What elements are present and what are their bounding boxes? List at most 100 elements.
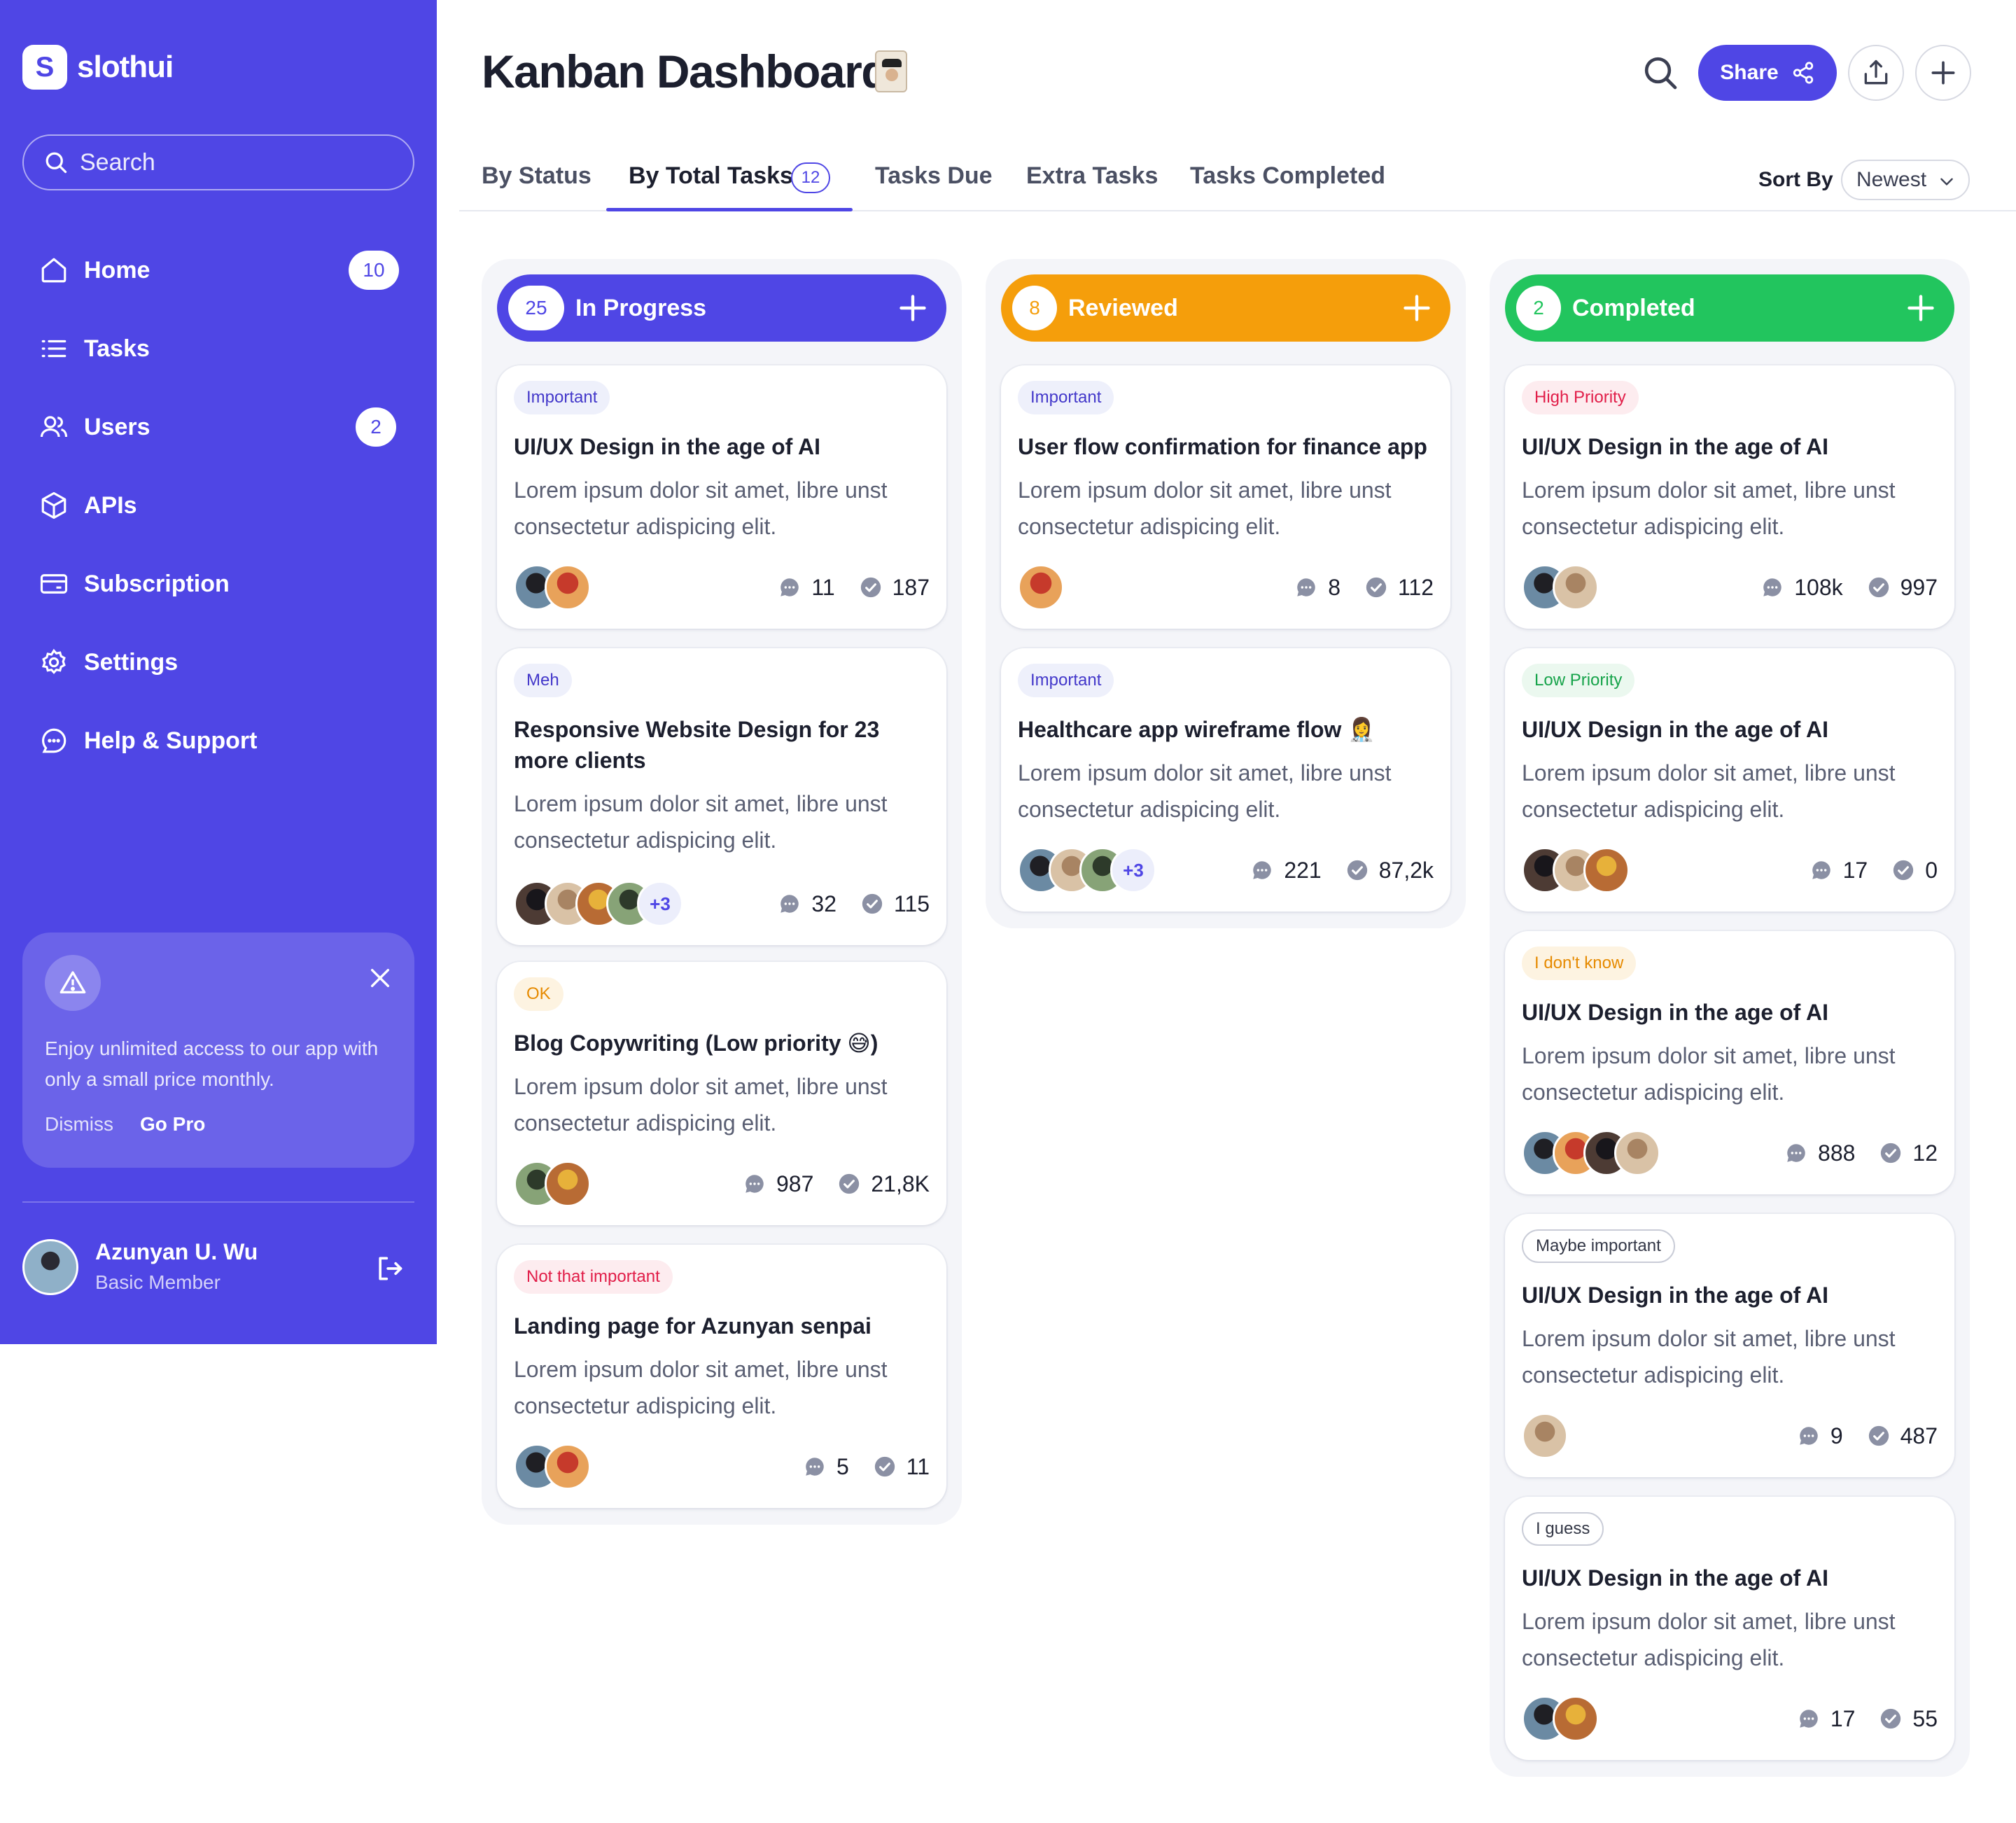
sidebar-item-label: Tasks [84, 335, 150, 362]
comment-count-value: 17 [1830, 1705, 1856, 1731]
avatar[interactable] [545, 1161, 591, 1207]
avatar[interactable] [545, 1444, 591, 1490]
task-card[interactable]: Meh Responsive Website Design for 23 mor… [497, 648, 946, 945]
logout-icon[interactable] [374, 1253, 405, 1284]
comment-icon [780, 578, 799, 596]
check-count-value: 115 [893, 890, 930, 916]
column-completed: 2 Completed High Priority UI/UX Design i… [1490, 259, 1970, 1777]
upload-icon [1864, 60, 1888, 85]
plus-icon[interactable] [897, 293, 928, 323]
sidebar-item-users[interactable]: Users 2 [39, 405, 399, 449]
share-button[interactable]: Share [1698, 45, 1837, 101]
tab-extra-tasks[interactable]: Extra Tasks [1026, 162, 1158, 211]
card-footer: 17 55 [1522, 1694, 1938, 1743]
sidebar-item-label: Users [84, 413, 150, 440]
column-title: Reviewed [1068, 294, 1178, 321]
card-title: Landing page for Azunyan senpai [514, 1313, 872, 1339]
avatar[interactable] [1553, 1696, 1599, 1742]
priority-tag: Low Priority [1522, 664, 1635, 697]
priority-tag: High Priority [1522, 381, 1639, 414]
user-name: Azunyan U. Wu [95, 1239, 258, 1264]
task-card[interactable]: Maybe important UI/UX Design in the age … [1505, 1214, 1954, 1477]
task-card[interactable]: Not that important Landing page for Azun… [497, 1245, 946, 1508]
add-button[interactable] [1915, 45, 1971, 101]
avatar[interactable] [1018, 564, 1064, 610]
sidebar-item-home[interactable]: Home 10 [39, 248, 399, 293]
task-card[interactable]: I guess UI/UX Design in the age of AI Lo… [1505, 1497, 1954, 1760]
task-card[interactable]: High Priority UI/UX Design in the age of… [1505, 365, 1954, 629]
comment-count: 5 [803, 1454, 849, 1480]
avatar[interactable] [1614, 1130, 1660, 1176]
comment-count: 108k [1760, 575, 1843, 601]
check-count-value: 21,8K [871, 1171, 930, 1196]
sidebar-item-label: Home [84, 256, 150, 284]
more-avatars-badge[interactable]: +3 [1110, 847, 1156, 893]
column-title: Completed [1572, 294, 1695, 321]
plus-icon[interactable] [1905, 293, 1936, 323]
go-pro-button[interactable]: Go Pro [140, 1113, 205, 1136]
share-icon [1793, 62, 1813, 84]
check-count-value: 11 [906, 1453, 930, 1479]
brand-logo[interactable]: S slothui [22, 45, 174, 90]
comment-icon [1253, 861, 1272, 879]
check-count-value: 997 [1900, 574, 1938, 600]
card-description: Lorem ipsum dolor sit amet, libre unst c… [1522, 1043, 1896, 1105]
task-card[interactable]: Important User flow confirmation for fin… [1001, 365, 1450, 629]
tab-by-status[interactable]: By Status [482, 162, 592, 211]
users-count-badge: 2 [356, 407, 396, 447]
sidebar-item-tasks[interactable]: Tasks [39, 326, 399, 371]
plus-icon [1931, 61, 1955, 85]
close-icon[interactable] [368, 966, 392, 990]
active-tab-indicator [606, 208, 853, 211]
search-box[interactable] [22, 134, 414, 190]
card-stats: 9 487 [1773, 1411, 1938, 1460]
comment-count: 32 [778, 891, 836, 917]
check-count-value: 55 [1912, 1705, 1938, 1731]
sidebar-item-subscription[interactable]: Subscription [39, 561, 399, 606]
sort-value: Newest [1856, 168, 1927, 191]
sidebar-item-apis[interactable]: APIs [39, 483, 399, 528]
card-footer: +3 221 87,2k [1018, 846, 1434, 895]
avatar[interactable] [1522, 1413, 1568, 1459]
task-card[interactable]: Low Priority UI/UX Design in the age of … [1505, 648, 1954, 912]
avatar[interactable] [1553, 564, 1599, 610]
priority-tag: OK [514, 977, 564, 1011]
card-stats: 987 21,8K [719, 1159, 930, 1208]
card-description: Lorem ipsum dolor sit amet, libre unst c… [1018, 760, 1392, 822]
gear-icon [42, 648, 66, 674]
search-icon[interactable] [1641, 53, 1680, 92]
sidebar-item-settings[interactable]: Settings [39, 640, 399, 685]
sort-dropdown[interactable]: Newest [1841, 160, 1970, 200]
sidebar-item-help-support[interactable]: Help & Support [39, 718, 399, 763]
comment-icon [1763, 578, 1782, 596]
task-card[interactable]: Important Healthcare app wireframe flow … [1001, 648, 1450, 912]
task-card[interactable]: I don't know UI/UX Design in the age of … [1505, 931, 1954, 1194]
task-card[interactable]: OK Blog Copywriting (Low priority 😅) Lor… [497, 962, 946, 1225]
search-input[interactable] [80, 148, 388, 176]
column-header: 2 Completed [1505, 274, 1954, 342]
check-circle-icon [860, 577, 881, 598]
dismiss-button[interactable]: Dismiss [45, 1113, 113, 1136]
avatar[interactable] [1583, 847, 1630, 893]
avatar[interactable] [545, 564, 591, 610]
plus-icon[interactable] [1401, 293, 1432, 323]
priority-tag: Important [514, 381, 610, 414]
comment-count-value: 888 [1818, 1140, 1856, 1166]
user-profile[interactable]: Azunyan U. Wu Basic Member [22, 1236, 414, 1299]
share-label: Share [1720, 61, 1779, 84]
check-count: 487 [1867, 1423, 1938, 1449]
comment-count: 987 [743, 1171, 813, 1197]
list-icon [41, 340, 66, 358]
export-button[interactable] [1848, 45, 1904, 101]
card-title: UI/UX Design in the age of AI [514, 434, 820, 459]
tab-tasks-completed[interactable]: Tasks Completed [1190, 162, 1385, 211]
tab-tasks-due[interactable]: Tasks Due [875, 162, 993, 211]
task-card[interactable]: Important UI/UX Design in the age of AI … [497, 365, 946, 629]
comment-count-value: 9 [1830, 1423, 1843, 1448]
more-avatars-badge[interactable]: +3 [637, 881, 683, 927]
check-circle-icon [874, 1456, 895, 1477]
sidebar-item-label: APIs [84, 491, 137, 519]
tab-by-total-tasks[interactable]: By Total Tasks [629, 162, 793, 211]
card-stats: 32 115 [754, 879, 930, 928]
check-count: 997 [1867, 575, 1938, 601]
